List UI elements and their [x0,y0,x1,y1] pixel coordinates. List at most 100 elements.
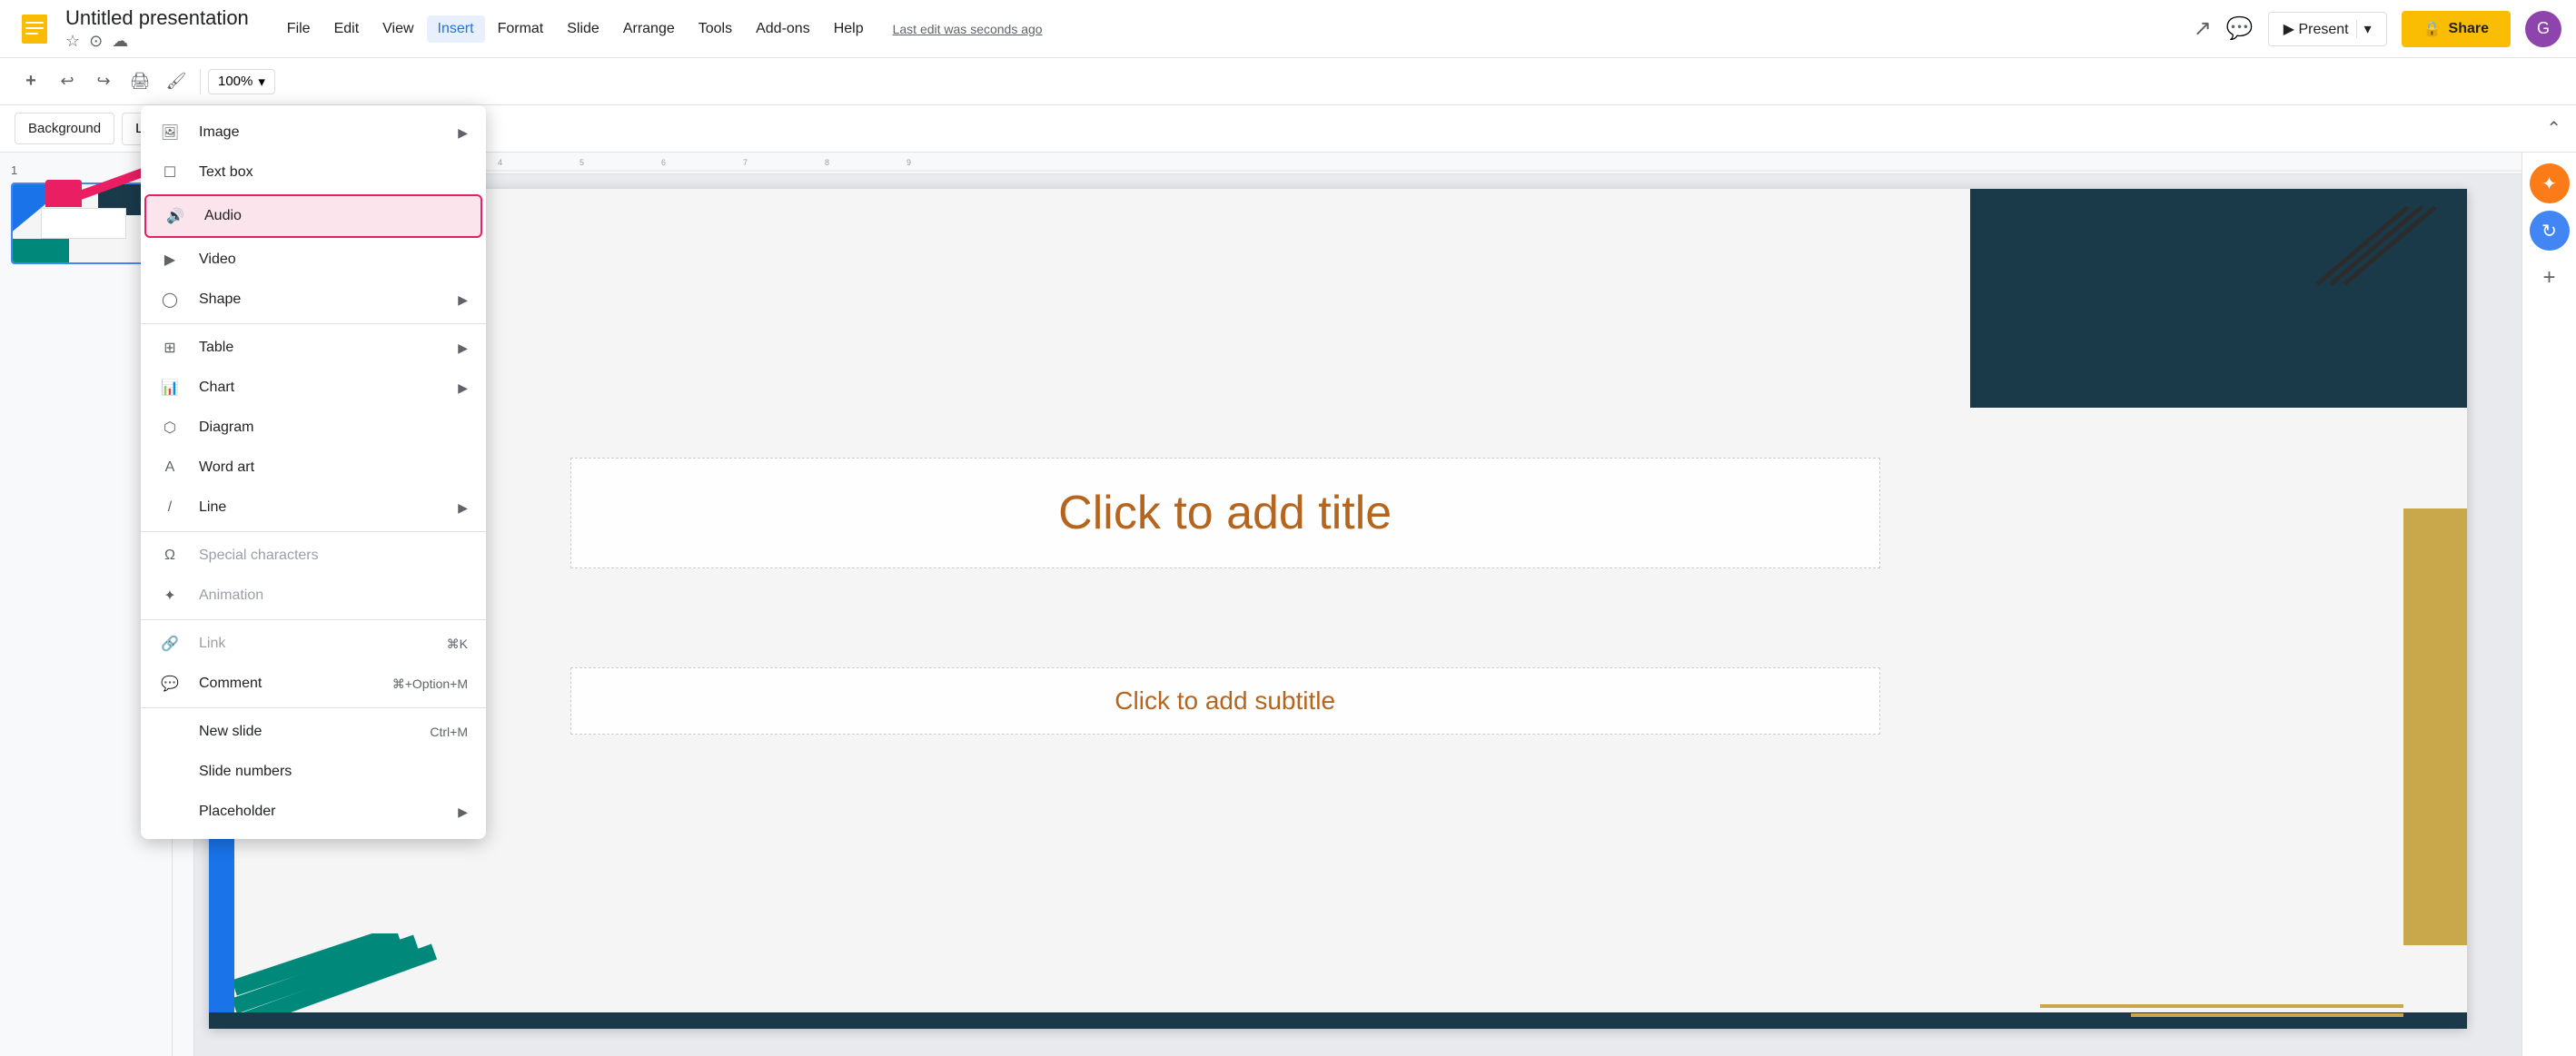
panel-add-button[interactable]: + [2542,265,2555,291]
slide-canvas-area: 1 2 3 4 5 6 7 8 9 [173,153,2522,1056]
special-char-icon: Ω [159,545,181,567]
app-icon [15,9,54,49]
title-area: Untitled presentation ☆ ⊙ ☁ [65,6,249,51]
collapse-toolbar-button[interactable]: ⌃ [2546,117,2561,140]
subtitle-placeholder[interactable]: Click to add subtitle [570,667,1880,735]
chart-arrow: ▶ [458,380,468,396]
undo-button[interactable]: ↩ [51,65,84,98]
placeholder-arrow: ▶ [458,804,468,820]
avatar[interactable]: G [2525,11,2561,47]
present-dropdown-arrow[interactable]: ▾ [2356,20,2372,38]
video-label: Video [199,252,468,268]
menu-item-video[interactable]: ▶ Video [141,240,486,280]
svg-text:7: 7 [743,158,748,167]
menu-item-textbox[interactable]: ☐ Text box [141,153,486,192]
menu-item-wordart[interactable]: A Word art [141,448,486,488]
menu-item-image[interactable]: 🖼 Image ▶ [141,113,486,153]
insert-dropdown-menu: 🖼 Image ▶ ☐ Text box 🔊 Audio ▶ Video ◯ S… [141,105,486,839]
explore-icon[interactable]: ↗ [2194,15,2212,42]
animation-icon: ✦ [159,585,181,607]
menu-divider-4 [141,707,486,708]
zoom-arrow: ▾ [258,74,265,90]
menu-tools[interactable]: Tools [688,15,743,43]
zoom-selector[interactable]: 100% ▾ [208,69,275,94]
menu-divider-3 [141,619,486,620]
chart-label: Chart [199,380,440,396]
menu-edit[interactable]: Edit [323,15,371,43]
present-button[interactable]: ▶ Present ▾ [2268,12,2387,46]
slide-thumbnail[interactable] [11,183,156,264]
image-label: Image [199,124,440,141]
gold-bottom-lines [2040,997,2403,1029]
print-button[interactable]: 🖨 [124,65,156,98]
add-button[interactable]: + [15,65,47,98]
menu-format[interactable]: Format [487,15,555,43]
line-arrow: ▶ [458,500,468,516]
menu-insert[interactable]: Insert [427,15,485,43]
subtitle-placeholder-text[interactable]: Click to add subtitle [590,686,1861,716]
paint-format-button[interactable]: 🖌 [160,65,193,98]
menu-slide[interactable]: Slide [556,15,610,43]
menu-view[interactable]: View [372,15,424,43]
share-button[interactable]: 🔒 Share [2402,11,2511,47]
history-icon[interactable]: ⊙ [89,32,103,51]
new-slide-label: New slide [199,724,411,740]
title-placeholder[interactable]: Click to add title [570,458,1880,568]
cloud-icon[interactable]: ☁ [112,32,128,51]
menu-item-diagram[interactable]: ⬡ Diagram [141,408,486,448]
link-icon: 🔗 [159,633,181,655]
placeholder-icon [159,801,181,823]
diagram-label: Diagram [199,419,468,436]
toolbar: + ↩ ↪ 🖨 🖌 100% ▾ [0,58,2576,105]
comment-shortcut: ⌘+Option+M [392,676,468,692]
menu-item-placeholder[interactable]: Placeholder ▶ [141,792,486,832]
slide-number: 1 [11,163,161,177]
menu-item-animation[interactable]: ✦ Animation [141,576,486,616]
menu-item-special-chars[interactable]: Ω Special characters [141,536,486,576]
redo-button[interactable]: ↪ [87,65,120,98]
image-icon: 🖼 [159,122,181,143]
menu-help[interactable]: Help [823,15,875,43]
star-icon[interactable]: ☆ [65,32,80,51]
background-button[interactable]: Background [15,113,114,144]
menu-divider-1 [141,323,486,324]
shape-arrow: ▶ [458,292,468,308]
slide-main-canvas[interactable]: Click to add title Click to add subtitle [209,189,2467,1029]
slide-numbers-icon [159,761,181,783]
horizontal-ruler: 1 2 3 4 5 6 7 8 9 [173,153,2522,174]
line-label: Line [199,499,440,516]
panel-icon-blue[interactable]: ↻ [2530,211,2570,251]
audio-icon: 🔊 [164,205,186,227]
presentation-title[interactable]: Untitled presentation [65,6,249,30]
shape-label: Shape [199,291,440,308]
shape-icon: ◯ [159,289,181,311]
top-right-actions: ↗ 💬 ▶ Present ▾ 🔒 Share G [2194,11,2561,47]
last-edit-status[interactable]: Last edit was seconds ago [893,22,1043,36]
menu-file[interactable]: File [276,15,322,43]
menu-item-chart[interactable]: 📊 Chart ▶ [141,368,486,408]
title-placeholder-text[interactable]: Click to add title [599,486,1852,540]
slide-numbers-label: Slide numbers [199,764,468,780]
menu-item-link[interactable]: 🔗 Link ⌘K [141,624,486,664]
menu-item-slide-numbers[interactable]: Slide numbers [141,752,486,792]
video-icon: ▶ [159,249,181,271]
svg-text:6: 6 [661,158,666,167]
menu-item-shape[interactable]: ◯ Shape ▶ [141,280,486,320]
wordart-label: Word art [199,459,468,476]
menu-addons[interactable]: Add-ons [745,15,821,43]
animation-label: Animation [199,587,468,604]
menu-item-table[interactable]: ⊞ Table ▶ [141,328,486,368]
wordart-icon: A [159,457,181,479]
panel-icon-orange[interactable]: ✦ [2530,163,2570,203]
lock-icon: 🔒 [2423,20,2442,38]
line-icon: / [159,497,181,518]
comment-icon[interactable]: 💬 [2226,15,2254,42]
menu-item-new-slide[interactable]: New slide Ctrl+M [141,712,486,752]
comment-label: Comment [199,676,374,692]
title-icons-row: ☆ ⊙ ☁ [65,32,249,51]
svg-text:9: 9 [907,158,911,167]
menu-item-comment[interactable]: 💬 Comment ⌘+Option+M [141,664,486,704]
menu-item-line[interactable]: / Line ▶ [141,488,486,528]
menu-arrange[interactable]: Arrange [612,15,686,43]
menu-item-audio[interactable]: 🔊 Audio [144,194,482,238]
